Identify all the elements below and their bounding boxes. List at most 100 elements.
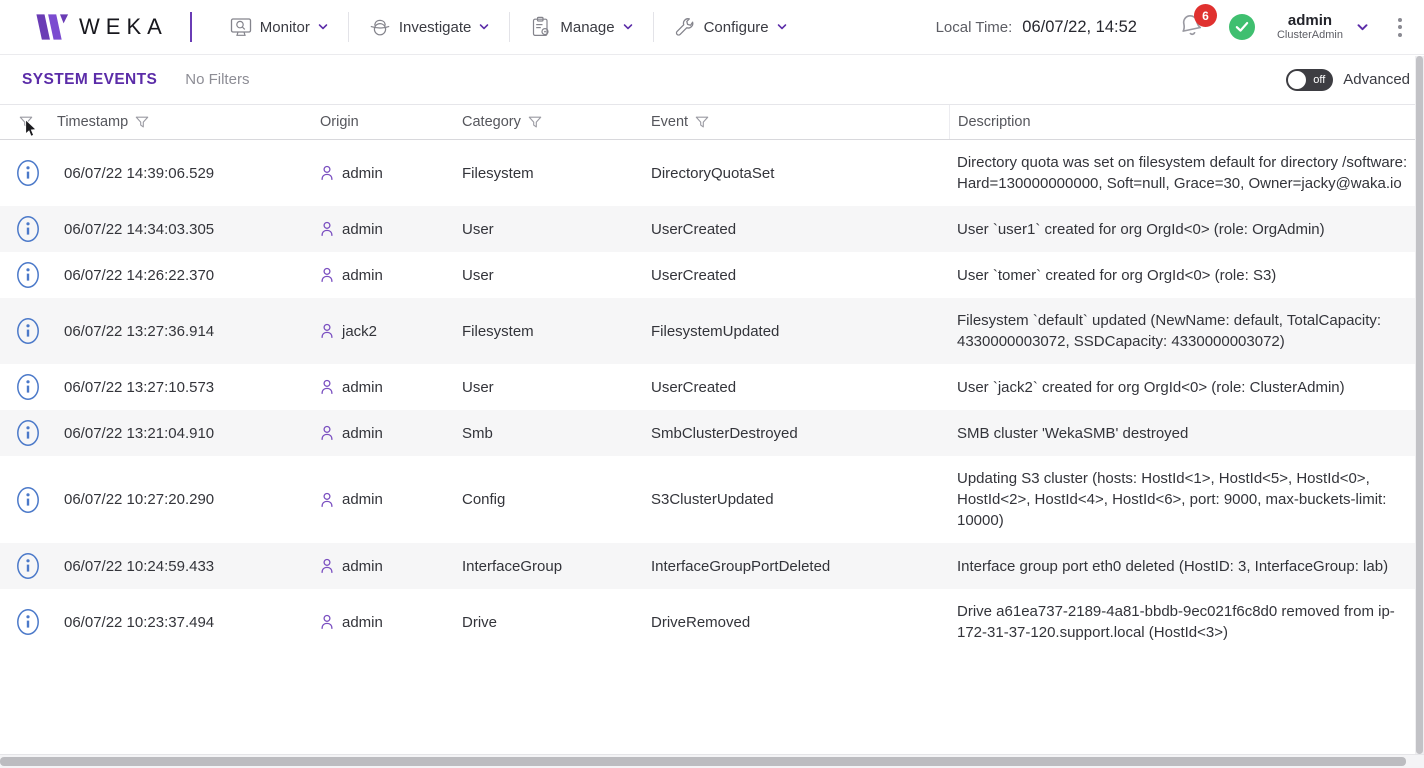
local-time-label: Local Time:: [936, 19, 1013, 36]
event-timestamp: 06/07/22 10:24:59.433: [56, 558, 320, 575]
event-category: User: [462, 379, 651, 396]
info-icon[interactable]: [16, 373, 40, 401]
event-origin: admin: [342, 491, 383, 508]
event-origin: admin: [342, 425, 383, 442]
event-name: SmbClusterDestroyed: [651, 425, 949, 442]
filters-status: No Filters: [185, 71, 249, 88]
horizontal-scrollbar[interactable]: [0, 754, 1424, 768]
toggle-knob: [1288, 71, 1306, 89]
nav-item-manage[interactable]: Manage: [510, 8, 652, 46]
table-row[interactable]: 06/07/22 13:21:04.910 admin Smb SmbClust…: [0, 410, 1424, 456]
table-row[interactable]: 06/07/22 13:27:36.914 jack2 Filesystem F…: [0, 298, 1424, 364]
page-header: SYSTEM EVENTS No Filters off Advanced: [0, 55, 1424, 105]
user-role: ClusterAdmin: [1277, 29, 1343, 42]
more-options-button[interactable]: [1394, 14, 1406, 41]
nav-label: Investigate: [399, 19, 472, 36]
info-icon[interactable]: [16, 317, 40, 345]
event-name: InterfaceGroupPortDeleted: [651, 558, 949, 575]
weka-logo[interactable]: WEKA: [33, 12, 168, 42]
main-menu: Monitor Investigate Manage Configure: [210, 0, 807, 54]
event-category: Filesystem: [462, 165, 651, 182]
event-timestamp: 06/07/22 10:27:20.290: [56, 491, 320, 508]
event-description: User `tomer` created for org OrgId<0> (r…: [949, 253, 1424, 298]
toggle-state: off: [1313, 74, 1325, 86]
advanced-controls: off Advanced: [1286, 69, 1410, 91]
event-category: Filesystem: [462, 323, 651, 340]
event-name: UserCreated: [651, 221, 949, 238]
column-header-event[interactable]: Event: [651, 114, 688, 130]
weka-logo-icon: [33, 12, 69, 42]
event-description: Directory quota was set on filesystem de…: [949, 140, 1424, 206]
table-row[interactable]: 06/07/22 10:27:20.290 admin Config S3Clu…: [0, 456, 1424, 543]
chevron-down-icon: [623, 24, 633, 30]
table-row[interactable]: 06/07/22 10:23:37.494 admin Drive DriveR…: [0, 589, 1424, 655]
user-icon: [320, 323, 334, 339]
event-origin: admin: [342, 558, 383, 575]
event-name: FilesystemUpdated: [651, 323, 949, 340]
event-origin: admin: [342, 614, 383, 631]
event-name: S3ClusterUpdated: [651, 491, 949, 508]
event-name: DriveRemoved: [651, 614, 949, 631]
filter-icon[interactable]: [135, 116, 149, 129]
info-icon[interactable]: [16, 419, 40, 447]
nav-item-investigate[interactable]: Investigate: [349, 8, 510, 46]
column-header-category[interactable]: Category: [462, 114, 521, 130]
info-icon[interactable]: [16, 261, 40, 289]
vertical-scrollbar-thumb[interactable]: [1416, 56, 1423, 754]
info-icon[interactable]: [16, 608, 40, 636]
column-header-description[interactable]: Description: [958, 112, 1031, 133]
event-description: Filesystem `default` updated (NewName: d…: [949, 298, 1424, 364]
vertical-scrollbar[interactable]: [1415, 56, 1424, 754]
nav-label: Configure: [704, 19, 769, 36]
notifications-button[interactable]: 6: [1177, 12, 1207, 42]
table-row[interactable]: 06/07/22 14:26:22.370 admin User UserCre…: [0, 252, 1424, 298]
user-icon: [320, 492, 334, 508]
page-title: SYSTEM EVENTS: [22, 71, 157, 89]
info-icon[interactable]: [16, 159, 40, 187]
info-icon[interactable]: [16, 486, 40, 514]
event-origin: admin: [342, 221, 383, 238]
filter-icon[interactable]: [695, 116, 709, 129]
horizontal-scrollbar-thumb[interactable]: [0, 757, 1406, 766]
monitor-icon: [230, 16, 252, 38]
topbar-right: Local Time: 06/07/22, 14:52 6 admin Clus…: [936, 12, 1406, 42]
event-origin: admin: [342, 379, 383, 396]
clipboard-gear-icon: [530, 16, 552, 38]
events-table: Timestamp Origin Category Event Descript…: [0, 105, 1424, 655]
nav-item-monitor[interactable]: Monitor: [210, 8, 348, 46]
info-icon[interactable]: [16, 552, 40, 580]
advanced-label: Advanced: [1343, 71, 1410, 88]
event-category: User: [462, 221, 651, 238]
table-row[interactable]: 06/07/22 14:34:03.305 admin User UserCre…: [0, 206, 1424, 252]
event-timestamp: 06/07/22 14:34:03.305: [56, 221, 320, 238]
info-icon[interactable]: [16, 215, 40, 243]
event-origin: jack2: [342, 323, 377, 340]
dot: [1398, 18, 1402, 22]
advanced-toggle[interactable]: off: [1286, 69, 1333, 91]
nav-item-configure[interactable]: Configure: [654, 8, 807, 46]
event-category: Drive: [462, 614, 651, 631]
user-icon: [320, 267, 334, 283]
dot: [1398, 33, 1402, 37]
user-icon: [320, 425, 334, 441]
event-description: Drive a61ea737-2189-4a81-bbdb-9ec021f6c8…: [949, 589, 1424, 655]
event-category: InterfaceGroup: [462, 558, 651, 575]
chevron-down-icon: [479, 24, 489, 30]
table-row[interactable]: 06/07/22 10:24:59.433 admin InterfaceGro…: [0, 543, 1424, 589]
user-menu[interactable]: admin ClusterAdmin: [1277, 12, 1343, 42]
user-icon: [320, 558, 334, 574]
nav-label: Manage: [560, 19, 614, 36]
column-header-origin[interactable]: Origin: [320, 114, 359, 130]
event-name: DirectoryQuotaSet: [651, 165, 949, 182]
event-timestamp: 06/07/22 14:26:22.370: [56, 267, 320, 284]
table-row[interactable]: 06/07/22 13:27:10.573 admin User UserCre…: [0, 364, 1424, 410]
local-time-value: 06/07/22, 14:52: [1022, 18, 1137, 37]
chevron-down-icon[interactable]: [1357, 24, 1368, 31]
table-row[interactable]: 06/07/22 14:39:06.529 admin Filesystem D…: [0, 140, 1424, 206]
filter-icon[interactable]: [528, 116, 542, 129]
event-timestamp: 06/07/22 13:27:10.573: [56, 379, 320, 396]
cluster-health-button[interactable]: [1229, 14, 1255, 40]
column-header-timestamp[interactable]: Timestamp: [57, 114, 128, 130]
chevron-down-icon: [777, 24, 787, 30]
brand-name: WEKA: [79, 14, 168, 40]
